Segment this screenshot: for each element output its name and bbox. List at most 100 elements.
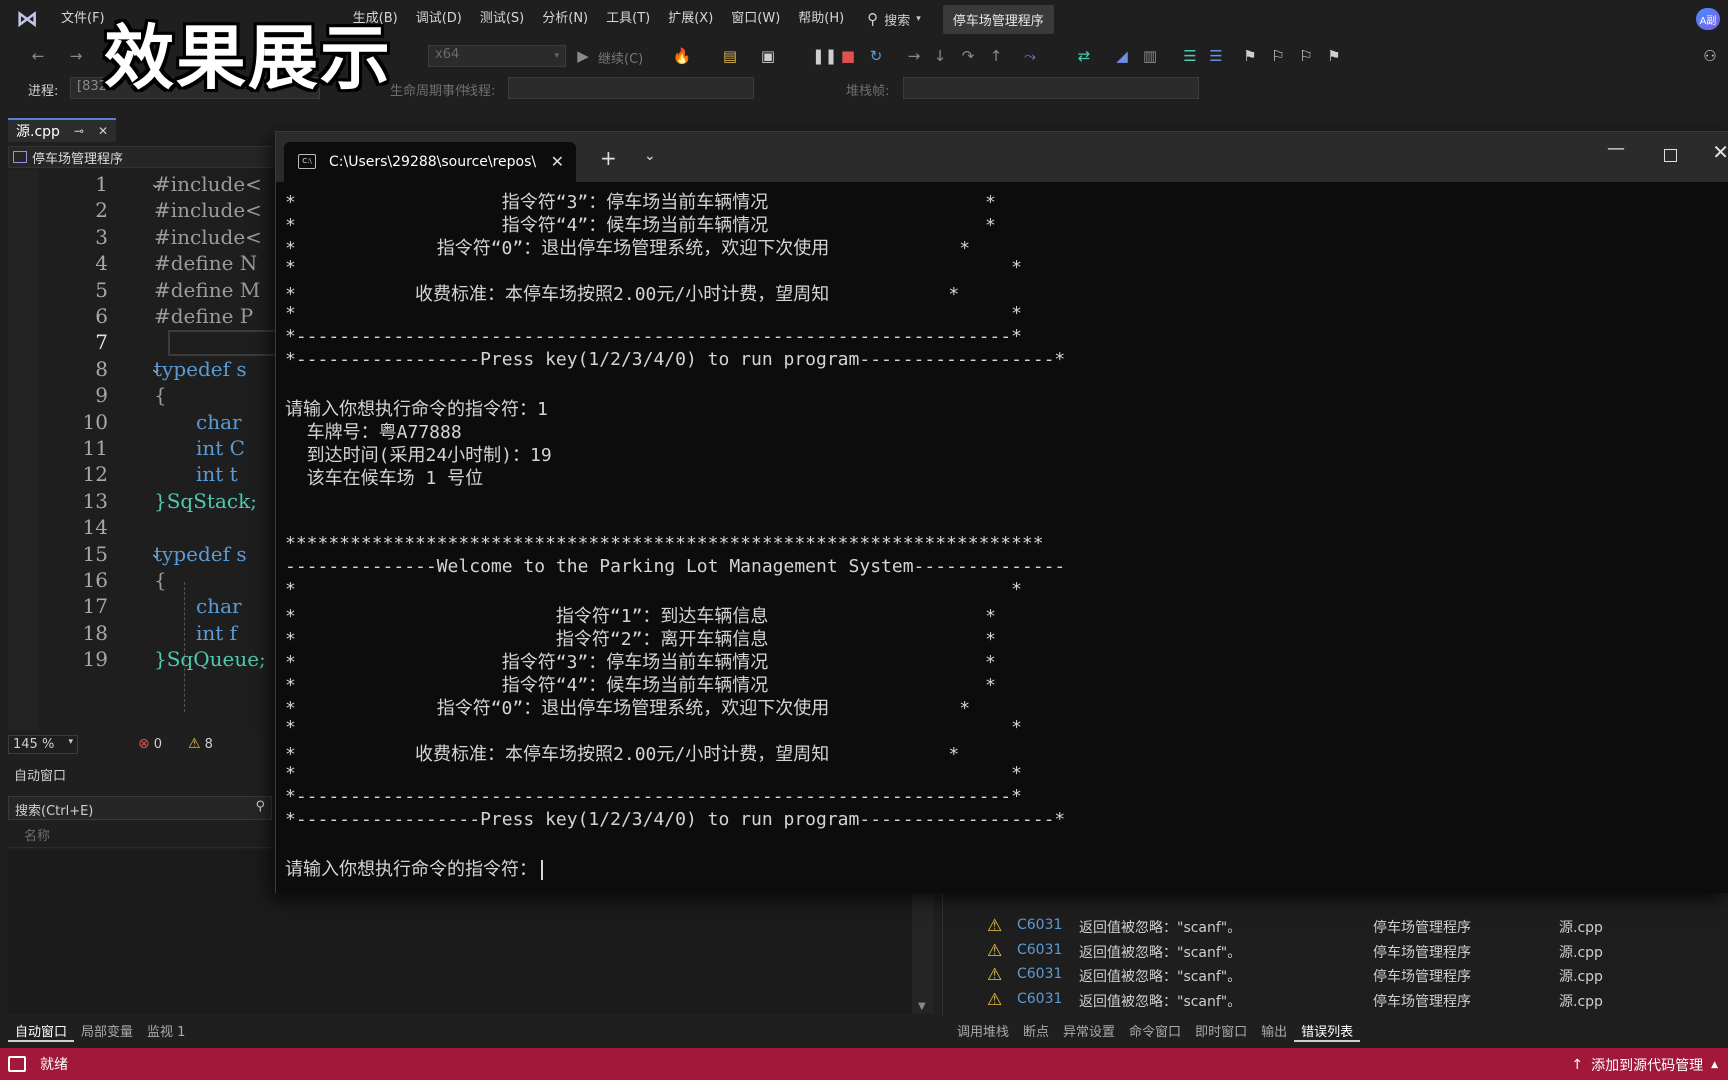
code-line[interactable]: 6 #define P (8, 304, 280, 333)
code-line[interactable]: 3 #include< (8, 225, 280, 254)
code-line[interactable]: 16 { (8, 568, 280, 597)
error-code[interactable]: C6031 (1017, 966, 1062, 982)
bottom-tab[interactable]: 局部变量 (74, 1018, 140, 1042)
error-icon[interactable]: ⊗ (138, 736, 150, 752)
warning-icon[interactable]: ⚠ (188, 736, 201, 752)
stack-frame-dropdown[interactable] (903, 77, 1199, 99)
open-folder-icon[interactable]: ▤ (720, 46, 740, 66)
continue-icon[interactable]: ▶ (573, 46, 593, 66)
minimize-icon[interactable]: — (1607, 138, 1625, 159)
step-into-icon[interactable]: ↓ (930, 46, 950, 66)
outdent-icon[interactable]: ☰ (1206, 46, 1226, 66)
thread-icon[interactable]: ◢ (1112, 46, 1132, 66)
project-navigation-bar[interactable]: 停车场管理程序 (8, 146, 280, 168)
indent-icon[interactable]: ☰ (1180, 46, 1200, 66)
prev-bookmark-icon[interactable]: ⚐ (1268, 46, 1288, 66)
bottom-tab[interactable]: 输出 (1254, 1018, 1294, 1042)
menu-item[interactable]: 帮助(H) (789, 0, 853, 38)
error-list-row[interactable]: ⚠ C6031 返回值被忽略："scanf"。 停车场管理程序 源.cpp (943, 1011, 1728, 1016)
code-editor[interactable]: 1 ⌄ #include< 2 #include< 3 #include< 4 #define … (8, 170, 280, 730)
error-code[interactable]: C6031 (1017, 991, 1062, 1007)
code-line[interactable]: 4 #define N (8, 251, 280, 280)
code-line[interactable]: 7 (8, 330, 280, 359)
stop-icon[interactable]: ■ (838, 46, 858, 66)
code-line[interactable]: 15 ⌄ typedef s (8, 542, 280, 571)
code-line[interactable]: 5 #define M (8, 278, 280, 307)
bottom-tab[interactable]: 自动窗口 (8, 1018, 75, 1042)
code-line[interactable]: 19}SqQueue; (8, 647, 280, 676)
visual-studio-logo-icon[interactable]: ⋈ (12, 4, 42, 34)
code-line[interactable]: 14 (8, 515, 280, 544)
bottom-tab[interactable]: 即时窗口 (1188, 1018, 1254, 1042)
continue-label[interactable]: 继续(C) (598, 48, 643, 67)
code-line[interactable]: 11 int C (8, 436, 280, 465)
live-share-icon[interactable]: ⚇ (1700, 46, 1720, 66)
error-list-row[interactable]: ⚠ C6031 返回值被忽略："scanf"。 停车场管理程序 源.cpp (943, 962, 1728, 987)
console-tab[interactable]: C:\ C:\Users\29288\source\repos\ ✕ (284, 142, 576, 182)
restart-icon[interactable]: ↻ (866, 46, 886, 66)
autos-search-input[interactable]: 搜索(Ctrl+E) ⚲ (8, 796, 272, 820)
next-bookmark-icon[interactable]: ⚐ (1296, 46, 1316, 66)
search-icon[interactable]: ⚲ (255, 799, 265, 814)
bottom-tab[interactable]: 监视 1 (140, 1018, 192, 1042)
bottom-tab[interactable]: 断点 (1016, 1018, 1056, 1042)
chevron-down-icon[interactable]: ⌄ (644, 148, 656, 164)
add-to-source-control-button[interactable]: 添加到源代码管理 (1591, 1055, 1703, 1075)
bookmark-icon[interactable]: ⚑ (1240, 46, 1260, 66)
code-line[interactable]: 10 char (8, 410, 280, 439)
notification-icon[interactable] (8, 1056, 26, 1072)
menu-item[interactable]: 测试(S) (471, 0, 533, 38)
lifecycle-events-button[interactable]: 生命周期事件 (390, 80, 468, 99)
navigate-back-icon[interactable]: ← (28, 46, 48, 66)
code-line[interactable]: 8 ⌄ typedef s (8, 357, 280, 386)
new-tab-icon[interactable]: + (600, 146, 617, 170)
error-list-row[interactable]: ⚠ C6031 返回值被忽略："scanf"。 停车场管理程序 源.cpp (943, 938, 1728, 963)
bottom-tab[interactable]: 异常设置 (1056, 1018, 1122, 1042)
error-code[interactable]: C6031 (1017, 942, 1062, 958)
console-prompt[interactable]: 请输入你想执行命令的指令符： (285, 855, 543, 880)
breakpoint-icon[interactable]: ⇄ (1074, 46, 1094, 66)
error-list-row[interactable]: ⚠ C6031 返回值被忽略："scanf"。 停车场管理程序 源.cpp (943, 913, 1728, 938)
document-tab-source[interactable]: 源.cpp ⊸ ✕ (8, 118, 117, 142)
code-line[interactable]: 1 ⌄ #include< (8, 172, 280, 201)
clear-bookmarks-icon[interactable]: ⚑ (1324, 46, 1344, 66)
thread-dropdown[interactable] (508, 77, 754, 99)
step-over-icon[interactable]: ↷ (958, 46, 978, 66)
pause-icon[interactable]: ❚❚ (812, 46, 837, 66)
hot-reload-icon[interactable]: 🔥 (672, 46, 692, 66)
pin-icon[interactable]: ⊸ (74, 124, 84, 138)
error-code[interactable]: C6031 (1017, 1015, 1062, 1016)
code-line[interactable]: 18 int f (8, 621, 280, 650)
close-window-icon[interactable]: ✕ (1712, 140, 1728, 164)
menu-item[interactable]: 分析(N) (533, 0, 597, 38)
menu-item[interactable]: 调试(D) (407, 0, 471, 38)
error-code[interactable]: C6031 (1017, 917, 1062, 933)
code-line[interactable]: 12 int t (8, 462, 280, 491)
menu-item[interactable]: 扩展(X) (659, 0, 722, 38)
error-list-row[interactable]: ⚠ C6031 返回值被忽略："scanf"。 停车场管理程序 源.cpp (943, 987, 1728, 1012)
bottom-tab[interactable]: 调用堆栈 (950, 1018, 1016, 1042)
scrollbar[interactable]: ▼ (912, 890, 934, 1014)
avatar[interactable]: A副 (1696, 8, 1720, 30)
code-line[interactable]: 9{ (8, 383, 280, 412)
close-icon[interactable]: ✕ (551, 152, 564, 171)
maximize-icon[interactable] (1664, 149, 1677, 162)
bottom-tab[interactable]: 错误列表 (1294, 1018, 1361, 1042)
close-tab-icon[interactable]: ✕ (98, 124, 108, 138)
code-line[interactable]: 17 char (8, 594, 280, 623)
search-box[interactable]: ⚲ 搜索 ▾ (867, 10, 921, 29)
platform-dropdown[interactable]: x64 ▾ (428, 45, 566, 67)
code-line[interactable]: 2 #include< (8, 198, 280, 227)
menu-item[interactable]: 工具(T) (597, 0, 659, 38)
diagnostics-icon[interactable]: ⤳ (1020, 46, 1040, 66)
code-line[interactable]: 13}SqStack; (8, 489, 280, 518)
console-window[interactable]: C:\ C:\Users\29288\source\repos\ ✕ + ⌄ —… (275, 131, 1728, 893)
step-out-icon[interactable]: ↑ (986, 46, 1006, 66)
zoom-dropdown[interactable]: 145 % ▾ (8, 734, 78, 754)
show-next-statement-icon[interactable]: → (904, 46, 924, 66)
layout-icon[interactable]: ▣ (758, 46, 778, 66)
navigate-forward-icon[interactable]: → (66, 46, 86, 66)
columns-icon[interactable]: ▥ (1140, 46, 1160, 66)
bottom-tab[interactable]: 命令窗口 (1122, 1018, 1188, 1042)
menu-item[interactable]: 窗口(W) (722, 0, 789, 38)
